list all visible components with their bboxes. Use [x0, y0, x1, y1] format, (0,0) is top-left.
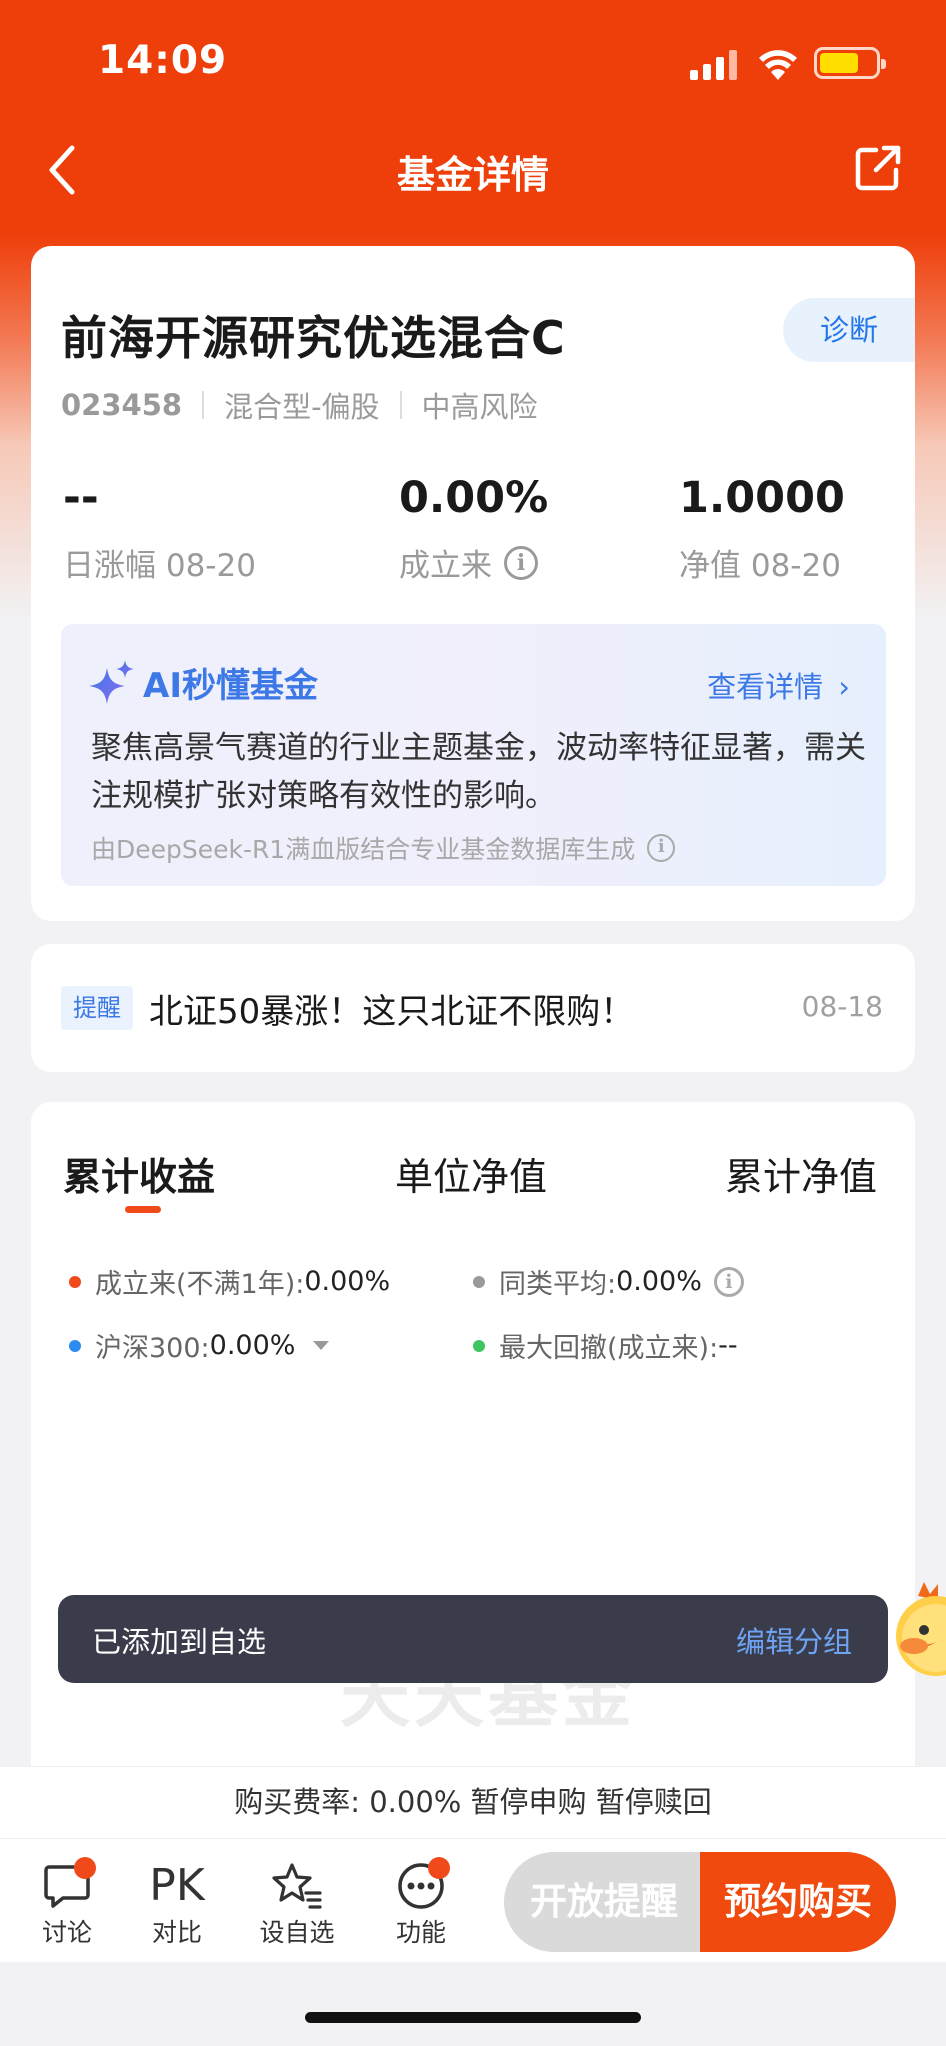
page-title: 基金详情 [396, 153, 549, 197]
stat-value: 1.0000 [679, 473, 845, 523]
fund-code: 023458 [61, 388, 183, 422]
legend-csi300[interactable]: 沪深300: 0.00% [69, 1326, 330, 1365]
functions-button[interactable]: 功能 [376, 1857, 466, 1949]
legend-dot [473, 1275, 485, 1288]
notification-badge [74, 1857, 96, 1879]
fund-risk: 中高风险 [421, 390, 538, 424]
mascot-icon[interactable] [884, 1578, 946, 1688]
stat-nav: 1.0000 净值 08-20 [679, 468, 845, 585]
ai-title: AI秒懂基金 [89, 658, 318, 707]
notice-date: 08-18 [801, 990, 883, 1023]
functions-label: 功能 [395, 1918, 446, 1947]
info-icon[interactable]: i [647, 834, 676, 862]
fund-summary-card: 前海开源研究优选混合C 诊断 023458 混合型-偏股 中高风险 -- 日涨幅… [31, 246, 915, 921]
divider [202, 391, 205, 419]
notification-badge [428, 1857, 450, 1879]
ai-footer: 由DeepSeek-R1满血版结合专业基金数据库生成 i [91, 830, 676, 866]
chevron-down-icon [313, 1341, 330, 1350]
discuss-button[interactable]: 讨论 [22, 1857, 112, 1949]
active-tab-indicator [125, 1206, 161, 1213]
status-time: 14:09 [98, 38, 228, 83]
stat-value: 0.00% [399, 473, 549, 523]
ai-view-details-link[interactable]: 查看详情 › [707, 664, 850, 706]
cellular-signal-icon [690, 50, 737, 80]
edit-group-link[interactable]: 编辑分组 [736, 1619, 852, 1661]
tab-unit-nav[interactable]: 单位净值 [395, 1146, 547, 1201]
toast-added-to-watchlist: 已添加到自选 编辑分组 [58, 1595, 888, 1683]
legend-dot [473, 1339, 485, 1352]
fund-name: 前海开源研究优选混合C [61, 311, 566, 365]
notice-tag: 提醒 [61, 986, 133, 1030]
status-bar: 14:09 [0, 0, 946, 120]
add-watchlist-label: 设自选 [259, 1918, 335, 1947]
diagnose-button[interactable]: 诊断 [783, 298, 915, 362]
info-icon[interactable]: i [504, 545, 538, 580]
home-indicator[interactable] [305, 2012, 641, 2023]
fund-meta: 023458 混合型-偏股 中高风险 [61, 384, 538, 426]
legend-since-inception: 成立来(不满1年): 0.00% [69, 1262, 390, 1301]
compare-label: 对比 [151, 1918, 202, 1947]
stat-label: 日涨幅 08-20 [63, 548, 256, 584]
stat-since-inception: 0.00% 成立来 i [399, 468, 548, 585]
wifi-icon [759, 50, 797, 80]
share-icon[interactable] [854, 144, 902, 192]
navbar: 基金详情 [0, 130, 946, 210]
stat-value: -- [63, 473, 99, 523]
add-watchlist-button[interactable]: 设自选 [252, 1859, 342, 1949]
fee-status-bar: 购买费率: 0.00% 暂停申购 暂停赎回 [0, 1766, 946, 1838]
home-indicator-area [0, 1962, 946, 2046]
notice-card[interactable]: 提醒 北证50暴涨！这只北证不限购！ 08-18 [31, 944, 915, 1072]
ai-summary-text: 聚焦高景气赛道的行业主题基金，波动率特征显著，需关注规模扩张对策略有效性的影响。 [91, 730, 866, 814]
info-icon[interactable]: i [713, 1266, 744, 1297]
legend-dot [69, 1275, 81, 1288]
discuss-label: 讨论 [41, 1918, 92, 1947]
compare-button[interactable]: PK 对比 [132, 1859, 222, 1949]
stat-daily-change: -- 日涨幅 08-20 [63, 468, 256, 585]
reserve-purchase-button[interactable]: 预约购买 [700, 1852, 896, 1952]
sparkle-icon [89, 659, 134, 704]
stat-label: 成立来 i [399, 540, 548, 585]
fund-type: 混合型-偏股 [224, 390, 380, 424]
open-reminder-button[interactable]: 开放提醒 [504, 1852, 704, 1952]
tab-cumulative-return[interactable]: 累计收益 [63, 1146, 215, 1201]
legend-category-average: 同类平均: 0.00% i [473, 1262, 744, 1301]
divider [399, 391, 402, 419]
pk-icon: PK [149, 1860, 205, 1911]
toast-message: 已添加到自选 [92, 1625, 267, 1659]
tab-cumulative-nav[interactable]: 累计净值 [725, 1146, 877, 1201]
ai-summary-box[interactable]: AI秒懂基金 查看详情 › 聚焦高景气赛道的行业主题基金，波动率特征显著，需关注… [61, 624, 886, 886]
stat-label: 净值 08-20 [679, 548, 841, 584]
legend-max-drawdown: 最大回撤(成立来): -- [473, 1326, 738, 1365]
legend-dot [69, 1339, 81, 1352]
star-list-icon [272, 1863, 322, 1909]
battery-icon [814, 47, 886, 79]
notice-headline: 北证50暴涨！这只北证不限购！ [149, 992, 635, 1032]
